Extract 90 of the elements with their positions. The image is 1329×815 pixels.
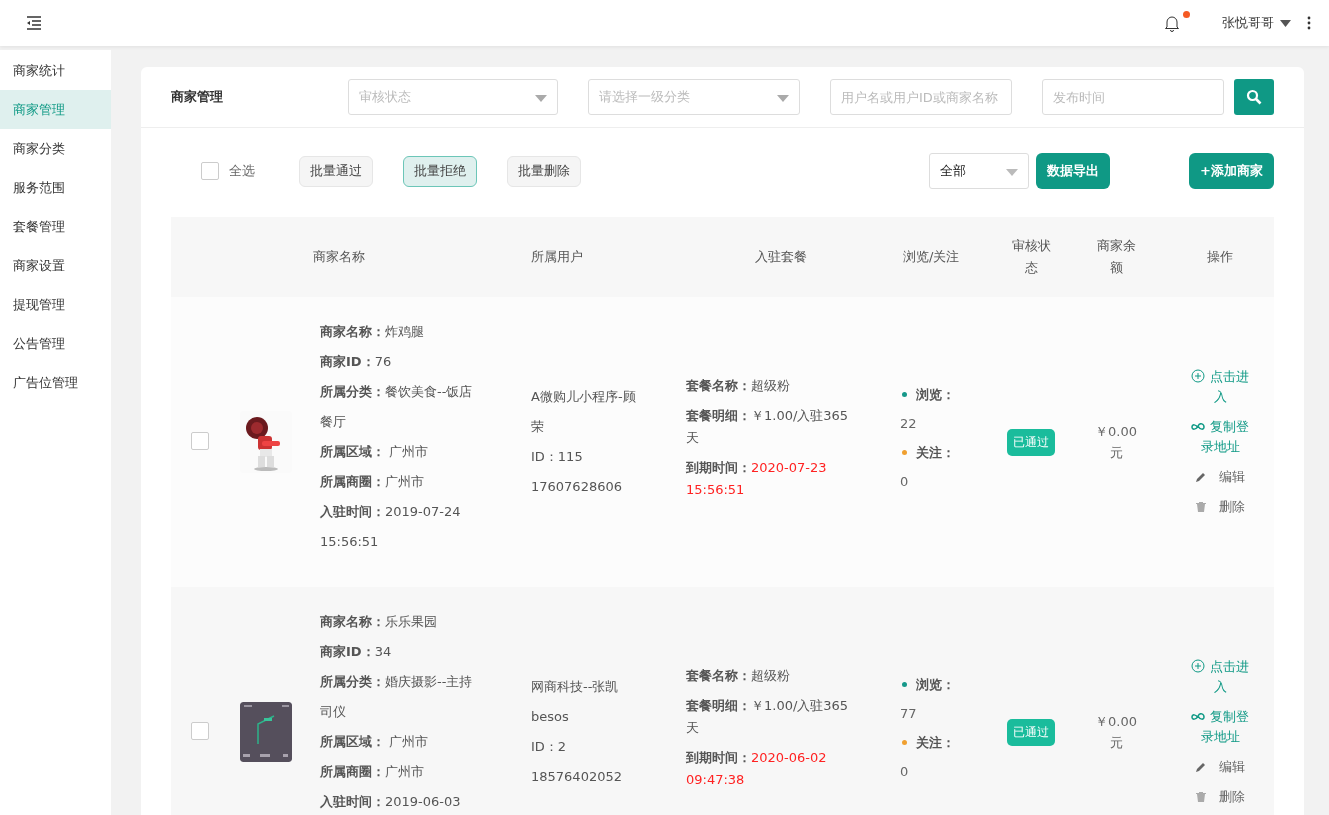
add-merchant-button[interactable]: +添加商家: [1189, 153, 1274, 189]
search-icon: [1246, 89, 1262, 105]
user-detail: ID：2: [531, 738, 568, 756]
stat-label: 浏览：: [916, 677, 955, 692]
menu-fold-icon[interactable]: [26, 16, 42, 30]
package-detail: 套餐明细：￥1.00/入驻365天: [686, 407, 850, 447]
batch-button[interactable]: 批量通过: [299, 155, 373, 187]
merchant-detail: 商家名称：炸鸡腿: [320, 323, 425, 341]
checkbox[interactable]: [191, 721, 209, 740]
sidebar-item[interactable]: 商家分类: [0, 129, 111, 168]
action-button[interactable]: 编辑: [1189, 757, 1251, 777]
stat-label: 关注：: [916, 735, 955, 750]
action-button[interactable]: 删除: [1189, 787, 1251, 807]
merchant-detail: 所属分类：婚庆摄影--主持司仪: [320, 673, 474, 721]
checkbox[interactable]: [201, 162, 219, 180]
export-button[interactable]: 数据导出: [1036, 153, 1111, 189]
input-field[interactable]: 发布时间: [1042, 79, 1224, 115]
user-detail: 18576402052: [531, 768, 623, 786]
caret-icon: [1006, 169, 1019, 176]
scope-select[interactable]: 全部: [929, 153, 1030, 189]
caret-icon: [1280, 19, 1291, 27]
status-badge: 已通过: [1007, 428, 1055, 456]
trash-icon: [1195, 791, 1207, 803]
user-menu[interactable]: 张悦哥哥: [1222, 14, 1291, 32]
bell-icon: [1164, 14, 1180, 32]
action-link[interactable]: 点击进入: [1189, 657, 1251, 697]
column-header: 操作: [1207, 248, 1233, 266]
stat-label: 浏览：: [916, 387, 955, 402]
action-link[interactable]: 点击进入: [1189, 367, 1251, 407]
stat-value: 22: [900, 415, 918, 433]
balance-text: ￥0.00元: [1094, 713, 1138, 752]
link-icon: [1191, 713, 1205, 723]
column-header: 入驻套餐: [755, 248, 807, 266]
column-header: 审核状态: [1011, 237, 1051, 277]
merchant-detail: 入驻时间：2019-07-24 15:56:51: [320, 503, 462, 551]
package-detail: 套餐名称：超级粉: [686, 377, 791, 395]
package-detail: 套餐名称：超级粉: [686, 667, 791, 685]
column-header: 商家名称: [312, 248, 366, 266]
trash-icon: [1195, 501, 1207, 513]
input-field[interactable]: 用户名或用户ID或商家名称: [830, 79, 1012, 115]
stat-value: 0: [900, 763, 910, 781]
sidebar-item[interactable]: 公告管理: [0, 324, 111, 363]
sidebar-item[interactable]: 提现管理: [0, 285, 111, 324]
merchant-detail: 入驻时间：2019-06-03: [320, 793, 462, 811]
stat-label: 关注：: [916, 445, 955, 460]
merchant-detail: 所属区域： 广州市: [320, 443, 430, 461]
stat-value: 0: [900, 473, 910, 491]
sidebar-item[interactable]: 套餐管理: [0, 207, 111, 246]
more-icon[interactable]: [1307, 16, 1311, 30]
action-link[interactable]: 复制登录地址: [1189, 417, 1251, 457]
pencil-icon: [1195, 471, 1207, 483]
column-header: 商家余额: [1096, 237, 1136, 277]
select-all-label: 全选: [229, 162, 255, 180]
plus-circle-icon: [1191, 369, 1205, 383]
pencil-icon: [1195, 761, 1207, 773]
sidebar-item[interactable]: 商家统计: [0, 51, 111, 90]
balance-text: ￥0.00元: [1094, 423, 1138, 462]
package-detail: 套餐明细：￥1.00/入驻365天: [686, 697, 850, 737]
merchant-detail: 所属区域： 广州市: [320, 733, 430, 751]
status-badge: 已通过: [1007, 718, 1055, 746]
action-link[interactable]: 复制登录地址: [1189, 707, 1251, 747]
merchant-detail: 所属商圈：广州市: [320, 473, 425, 491]
sidebar-item[interactable]: 服务范围: [0, 168, 111, 207]
checkbox[interactable]: [191, 431, 209, 450]
link-icon: [1191, 423, 1205, 433]
package-detail: 到期时间：2020-07-23 15:56:51: [686, 459, 828, 499]
merchant-detail: 所属商圈：广州市: [320, 763, 425, 781]
action-button[interactable]: 编辑: [1189, 467, 1251, 487]
package-detail: 到期时间：2020-06-02 09:47:38: [686, 749, 828, 789]
batch-button[interactable]: 批量删除: [507, 155, 581, 187]
sidebar-item[interactable]: 商家设置: [0, 246, 111, 285]
user-detail: A微购儿小程序-顾荣: [531, 388, 637, 436]
column-header: 浏览/关注: [902, 248, 961, 266]
merchant-detail: 商家ID：34: [320, 643, 393, 661]
merchant-detail: 所属分类：餐饮美食--饭店餐厅: [320, 383, 474, 431]
search-button[interactable]: [1234, 79, 1274, 115]
merchant-detail: 商家名称：乐乐果园: [320, 613, 438, 631]
user-detail: 17607628606: [531, 478, 623, 496]
action-button[interactable]: 删除: [1189, 497, 1251, 517]
sidebar-item[interactable]: 广告位管理: [0, 363, 111, 402]
column-header: 所属用户: [530, 248, 584, 266]
batch-button[interactable]: 批量拒绝: [403, 155, 477, 187]
stat-value: 77: [900, 705, 918, 723]
user-detail: ID：115: [531, 448, 584, 466]
user-detail: 网商科技--张凯besos: [531, 678, 620, 726]
page-title: 商家管理: [171, 88, 224, 106]
caret-icon: [535, 95, 547, 102]
plus-circle-icon: [1191, 659, 1205, 673]
merchant-detail: 商家ID：76: [320, 353, 393, 371]
caret-icon: [777, 95, 789, 102]
